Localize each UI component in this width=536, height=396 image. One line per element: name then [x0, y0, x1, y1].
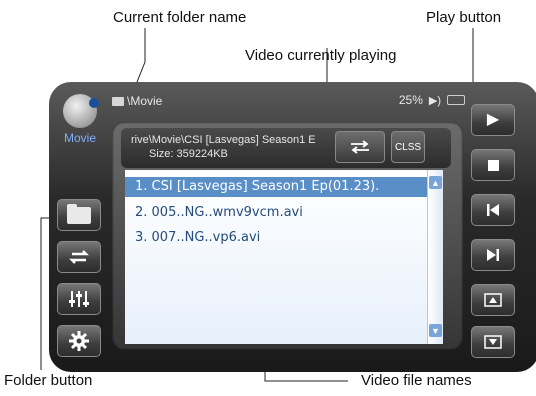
list-item[interactable]: 2. 005..NG..wmv9vcm.avi — [125, 203, 427, 223]
folder-icon — [67, 203, 91, 224]
repeat-button[interactable] — [57, 241, 101, 273]
shuffle-icon — [351, 140, 369, 154]
status-bar: \Movie 25% ▶) — [112, 92, 467, 112]
callout-video-currently-playing: Video currently playing — [245, 47, 397, 64]
callout-play-button: Play button — [426, 9, 502, 26]
page-down-icon — [484, 335, 502, 349]
now-playing-size: Size: 359224KB — [149, 148, 228, 160]
play-button[interactable]: ▶ — [471, 104, 515, 136]
scroll-down-icon[interactable]: ▼ — [429, 324, 442, 337]
speaker-icon: ▶) — [428, 94, 441, 107]
current-folder-name: \Movie — [127, 94, 163, 108]
previous-button[interactable] — [471, 194, 515, 226]
next-button[interactable] — [471, 239, 515, 271]
repeat-icon — [69, 250, 89, 264]
page-up-button[interactable] — [471, 284, 515, 316]
list-item[interactable]: 1. CSI [Lasvegas] Season1 Ep(01.23). — [125, 177, 427, 197]
now-playing-path: rive\Movie\CSI [Lasvegas] Season1 E — [131, 134, 316, 146]
movie-app-icon: Movie — [56, 94, 104, 148]
page-up-icon — [484, 293, 502, 307]
equalizer-button[interactable] — [57, 283, 101, 315]
status-indicators: 25% ▶) — [399, 93, 465, 107]
shuffle-button[interactable] — [335, 131, 385, 163]
volume-level: 25% — [398, 93, 423, 107]
next-icon — [487, 249, 499, 261]
callout-current-folder-name: Current folder name — [113, 9, 247, 26]
app-label: Movie — [63, 131, 96, 145]
close-button[interactable]: CLSS — [391, 131, 425, 163]
page-down-button[interactable] — [471, 326, 515, 358]
stop-icon — [487, 159, 499, 171]
scrollbar[interactable]: ▲ ▼ — [427, 170, 443, 344]
movie-badge-icon — [63, 94, 99, 128]
scroll-up-icon[interactable]: ▲ — [429, 176, 442, 189]
folder-button[interactable] — [57, 199, 101, 231]
stop-button[interactable] — [471, 149, 515, 181]
callout-folder-button: Folder button — [4, 372, 93, 389]
folder-icon — [112, 96, 124, 106]
previous-icon — [487, 204, 499, 216]
battery-icon — [447, 95, 465, 105]
video-file-list: 1. CSI [Lasvegas] Season1 Ep(01.23). 2. … — [125, 170, 427, 344]
callout-video-file-names: Video file names — [361, 372, 472, 389]
current-folder: \Movie — [112, 94, 162, 108]
play-icon: ▶ — [486, 111, 500, 128]
settings-button[interactable] — [57, 325, 101, 357]
gear-icon — [69, 331, 89, 351]
list-item[interactable]: 3. 007..NG..vp6.avi — [125, 228, 427, 248]
equalizer-icon — [69, 291, 89, 307]
